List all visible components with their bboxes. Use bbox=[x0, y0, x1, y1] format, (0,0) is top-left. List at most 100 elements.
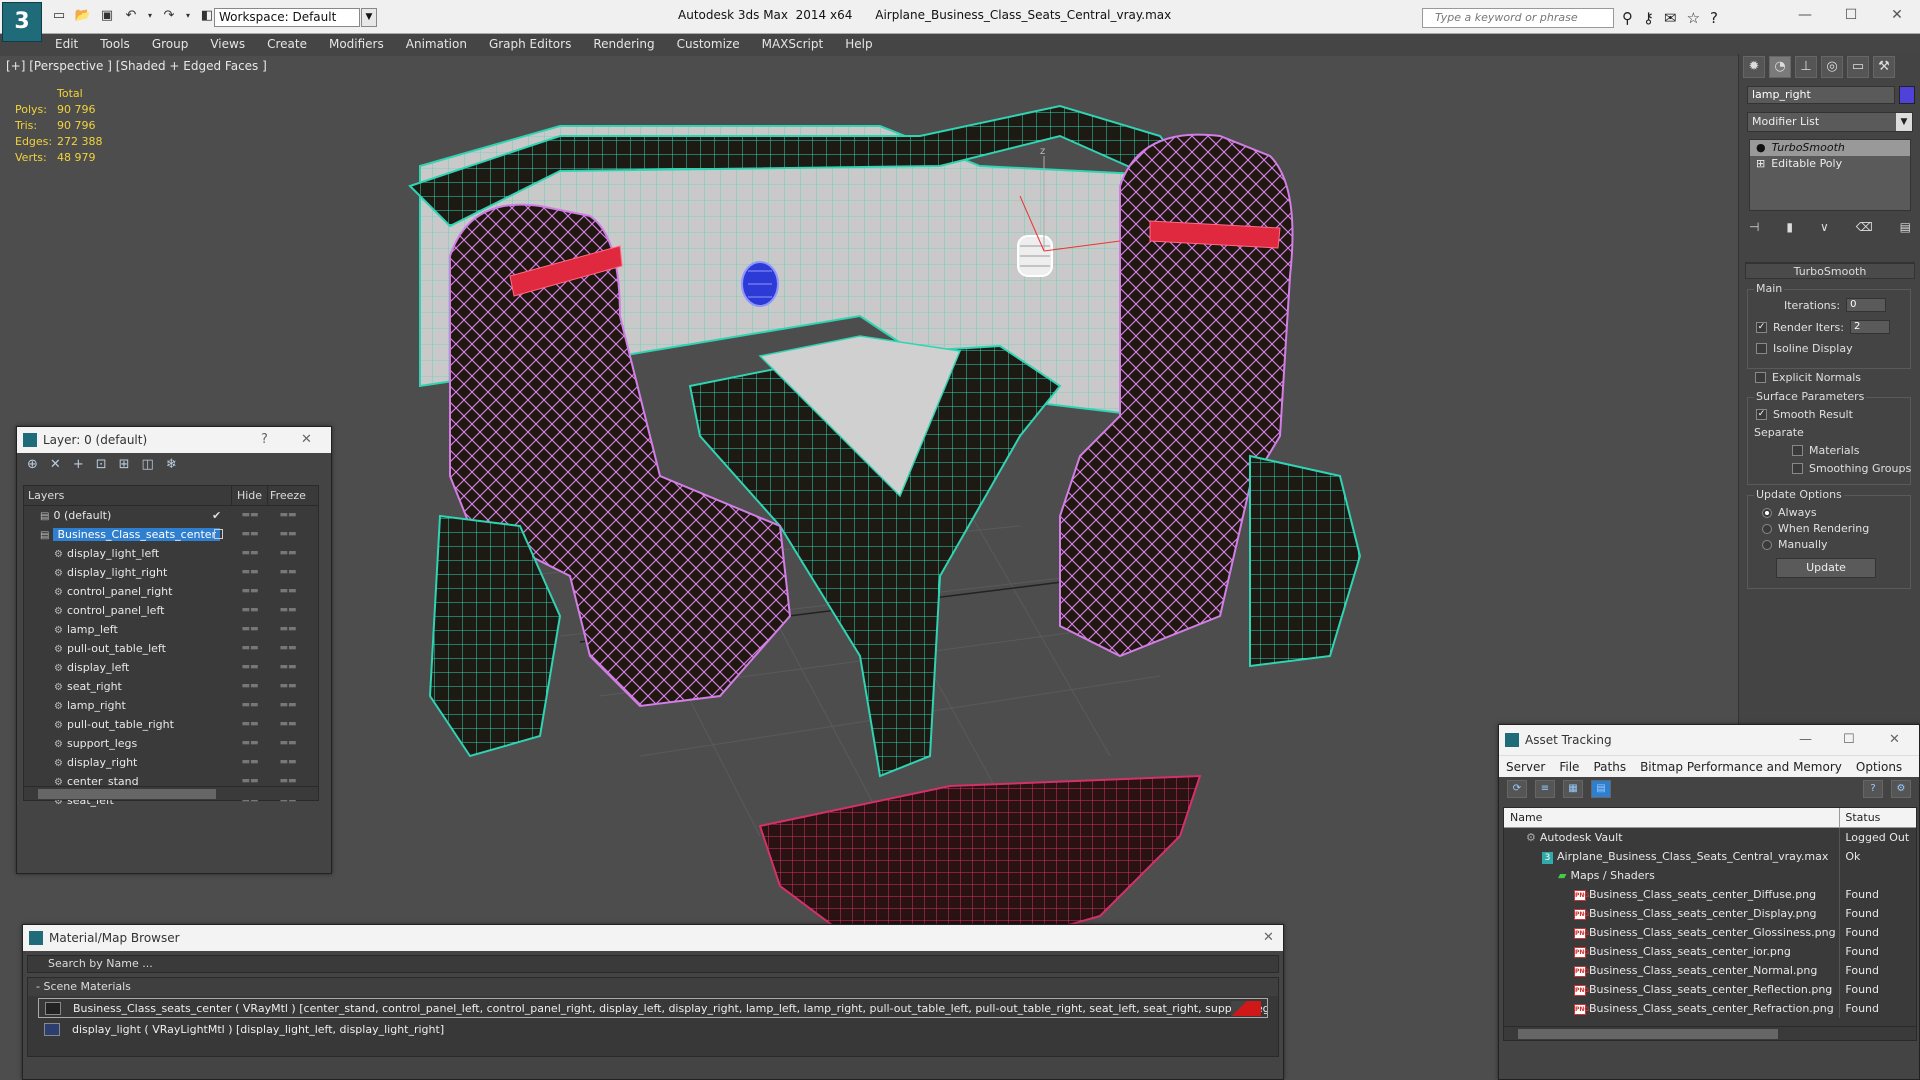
menu-item-group[interactable]: Group bbox=[141, 34, 200, 54]
help-icon[interactable]: ? bbox=[261, 427, 268, 453]
hide-toggle[interactable]: ▬▬ bbox=[232, 715, 268, 734]
utilities-tab-icon[interactable]: ⚒ bbox=[1873, 56, 1895, 78]
communication-icon[interactable]: ✉ bbox=[1664, 9, 1677, 27]
maximize-icon[interactable]: ☐ bbox=[1828, 0, 1874, 30]
close-icon[interactable]: ✕ bbox=[1874, 0, 1920, 30]
modify-tab-icon[interactable]: ◔ bbox=[1769, 56, 1791, 78]
layer-row[interactable]: ⚙ control_panel_right ▬▬ ▬▬ bbox=[24, 582, 318, 601]
favorites-star-icon[interactable]: ☆ bbox=[1687, 9, 1700, 27]
workspace-dropdown[interactable]: Workspace: Default ▼ bbox=[214, 8, 377, 27]
render-iters-checkbox[interactable]: ✓ bbox=[1756, 321, 1767, 333]
asset-row[interactable]: ⚙ Autodesk Vault Logged Out bbox=[1504, 828, 1916, 847]
undo-dropdown-icon[interactable]: ▾ bbox=[146, 8, 154, 24]
layer-name[interactable]: display_right bbox=[67, 756, 137, 769]
menu-item-create[interactable]: Create bbox=[256, 34, 318, 54]
iterations-spinner[interactable]: 0 bbox=[1846, 298, 1887, 312]
layer-name[interactable]: display_left bbox=[67, 661, 129, 674]
scene-materials-section[interactable]: - Scene Materials bbox=[28, 978, 1278, 996]
select-objects-icon[interactable]: ⊡ bbox=[96, 457, 107, 475]
undo-icon[interactable]: ↶ bbox=[122, 8, 140, 24]
hierarchy-tab-icon[interactable]: ⊥ bbox=[1795, 56, 1817, 78]
when-rendering-radio[interactable] bbox=[1762, 523, 1772, 534]
menu-item-help[interactable]: Help bbox=[834, 34, 883, 54]
minimize-icon[interactable]: — bbox=[1799, 725, 1812, 755]
menu-item-edit[interactable]: Edit bbox=[44, 34, 89, 54]
list-view-icon[interactable]: ≡ bbox=[1535, 780, 1555, 798]
stack-item-editable-poly[interactable]: ⊞ Editable Poly bbox=[1750, 156, 1910, 172]
menu-item-graph-editors[interactable]: Graph Editors bbox=[478, 34, 582, 54]
material-item[interactable]: display_light ( VRayLightMtl ) [display_… bbox=[38, 1020, 1268, 1040]
binoculars-icon[interactable]: ⚲ bbox=[1622, 9, 1633, 27]
asset-menu-server[interactable]: Server bbox=[1499, 756, 1552, 777]
show-end-result-icon[interactable]: ▮ bbox=[1786, 220, 1793, 234]
make-unique-icon[interactable]: ∨ bbox=[1820, 220, 1829, 234]
remove-modifier-icon[interactable]: ⌫ bbox=[1856, 220, 1873, 234]
layer-row[interactable]: ⚙ lamp_left ▬▬ ▬▬ bbox=[24, 620, 318, 639]
update-button[interactable]: Update bbox=[1776, 558, 1876, 578]
freeze-toggle[interactable]: ▬▬ bbox=[268, 563, 308, 582]
horizontal-scrollbar[interactable] bbox=[24, 786, 318, 800]
lightbulb-icon[interactable]: ● bbox=[1756, 140, 1766, 156]
col-layers[interactable]: Layers bbox=[24, 486, 232, 505]
hide-toggle[interactable]: ▬▬ bbox=[232, 563, 268, 582]
asset-menu-paths[interactable]: Paths bbox=[1586, 756, 1633, 777]
rollout-header[interactable]: TurboSmooth bbox=[1745, 263, 1915, 279]
layer-row[interactable]: ⚙ seat_right ▬▬ ▬▬ bbox=[24, 677, 318, 696]
settings-icon[interactable]: ⚙ bbox=[1891, 780, 1911, 798]
menu-item-rendering[interactable]: Rendering bbox=[582, 34, 665, 54]
col-name[interactable]: Name bbox=[1504, 808, 1841, 827]
table-view-icon[interactable]: ▤ bbox=[1591, 780, 1611, 798]
thumbnail-view-icon[interactable]: ▦ bbox=[1563, 780, 1583, 798]
asset-menu-options[interactable]: Options bbox=[1849, 756, 1909, 777]
hide-toggle[interactable]: ▬▬ bbox=[232, 658, 268, 677]
asset-row[interactable]: PNGBusiness_Class_seats_center_ior.png Fo… bbox=[1504, 942, 1916, 961]
expand-icon[interactable]: ⊞ bbox=[1756, 156, 1765, 172]
materials-checkbox[interactable] bbox=[1792, 445, 1803, 456]
always-radio[interactable] bbox=[1762, 507, 1772, 518]
display-tab-icon[interactable]: ▭ bbox=[1847, 56, 1869, 78]
asset-row[interactable]: PNGBusiness_Class_seats_center_Reflectio… bbox=[1504, 980, 1916, 999]
asset-row[interactable]: PNGBusiness_Class_seats_center_Diffuse.p… bbox=[1504, 885, 1916, 904]
motion-tab-icon[interactable]: ◎ bbox=[1821, 56, 1843, 78]
explicit-normals-checkbox[interactable] bbox=[1755, 372, 1766, 383]
freeze-toggle[interactable]: ▬▬ bbox=[268, 525, 308, 544]
subscription-icon[interactable]: ⚷ bbox=[1643, 9, 1654, 27]
layer-row[interactable]: ⚙ display_light_right ▬▬ ▬▬ bbox=[24, 563, 318, 582]
modifier-list-dropdown[interactable]: Modifier List ▼ bbox=[1747, 112, 1913, 132]
material-search-input[interactable]: Search by Name ... bbox=[27, 955, 1279, 973]
col-hide[interactable]: Hide bbox=[232, 486, 268, 505]
layer-row[interactable]: ⚙ display_light_left ▬▬ ▬▬ bbox=[24, 544, 318, 563]
asset-menu-bitmap-performance-and-memory[interactable]: Bitmap Performance and Memory bbox=[1633, 756, 1849, 777]
freeze-toggle[interactable]: ▬▬ bbox=[268, 639, 308, 658]
hide-toggle[interactable]: ▬▬ bbox=[232, 753, 268, 772]
help-icon[interactable]: ? bbox=[1863, 780, 1883, 798]
redo-icon[interactable]: ↷ bbox=[160, 8, 178, 24]
open-file-icon[interactable]: 📂 bbox=[74, 8, 92, 24]
horizontal-scrollbar[interactable] bbox=[1504, 1026, 1916, 1040]
layer-row[interactable]: ⚙ lamp_right ▬▬ ▬▬ bbox=[24, 696, 318, 715]
freeze-toggle[interactable]: ▬▬ bbox=[268, 658, 308, 677]
smoothing-groups-checkbox[interactable] bbox=[1792, 463, 1803, 474]
freeze-all-icon[interactable]: ❄ bbox=[166, 457, 177, 475]
smooth-result-checkbox[interactable]: ✓ bbox=[1756, 409, 1767, 420]
scrollbar-thumb[interactable] bbox=[1518, 1029, 1778, 1039]
scrollbar-thumb[interactable] bbox=[38, 789, 216, 799]
freeze-toggle[interactable]: ▬▬ bbox=[268, 753, 308, 772]
layer-row[interactable]: ⚙ support_legs ▬▬ ▬▬ bbox=[24, 734, 318, 753]
chevron-down-icon[interactable]: ▼ bbox=[1896, 113, 1912, 131]
close-icon[interactable]: ✕ bbox=[301, 427, 312, 453]
layer-row[interactable]: ⚙ pull-out_table_left ▬▬ ▬▬ bbox=[24, 639, 318, 658]
layer-name[interactable]: 0 (default) bbox=[53, 509, 111, 522]
redo-dropdown-icon[interactable]: ▾ bbox=[184, 8, 192, 24]
isoline-checkbox[interactable] bbox=[1756, 343, 1767, 354]
layer-name[interactable]: display_light_right bbox=[67, 566, 167, 579]
freeze-toggle[interactable]: ▬▬ bbox=[268, 620, 308, 639]
maximize-icon[interactable]: ☐ bbox=[1843, 725, 1855, 755]
asset-row[interactable]: PNGBusiness_Class_seats_center_Refractio… bbox=[1504, 999, 1916, 1018]
hide-toggle[interactable]: ▬▬ bbox=[232, 506, 268, 525]
menu-item-customize[interactable]: Customize bbox=[666, 34, 751, 54]
freeze-toggle[interactable]: ▬▬ bbox=[268, 677, 308, 696]
hide-toggle[interactable]: ▬▬ bbox=[232, 620, 268, 639]
freeze-toggle[interactable]: ▬▬ bbox=[268, 601, 308, 620]
configure-modifier-sets-icon[interactable]: ▤ bbox=[1900, 220, 1911, 234]
